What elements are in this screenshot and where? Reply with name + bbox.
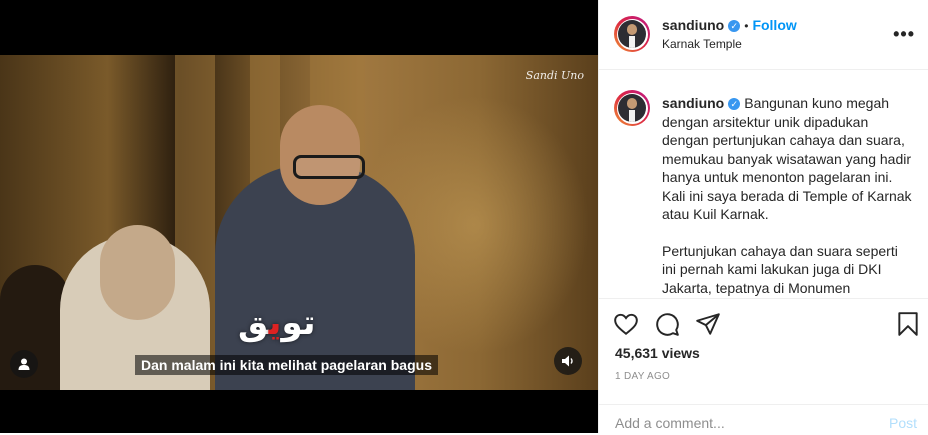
overlay-text: تويق — [238, 303, 316, 343]
user-icon — [18, 358, 30, 370]
video-subtitle: Dan malam ini kita melihat pagelaran bag… — [135, 355, 438, 375]
caption-username[interactable]: sandiuno — [662, 95, 724, 111]
separator-dot: • — [744, 19, 749, 33]
comment-icon[interactable] — [654, 311, 680, 337]
comment-input[interactable] — [615, 415, 865, 431]
avatar-ring — [616, 18, 648, 50]
verified-badge-icon: ✓ — [728, 98, 741, 111]
verified-badge-icon: ✓ — [728, 19, 741, 32]
avatar-ring — [616, 92, 648, 124]
location-link[interactable]: Karnak Temple — [662, 37, 742, 51]
overlay-text-part: ي — [268, 303, 282, 343]
overlay-text-part: ق — [238, 303, 269, 343]
more-options-button[interactable]: ••• — [893, 24, 915, 45]
header-name-row: sandiuno ✓ • Follow — [662, 17, 797, 35]
comment-form: Post — [599, 404, 928, 435]
save-bookmark-icon[interactable] — [895, 311, 921, 337]
hijab-shape — [100, 225, 175, 320]
caption-paragraph-2: Pertunjukan cahaya dan suara seperti ini… — [662, 242, 898, 296]
glasses-shape — [293, 155, 365, 179]
post-comment-button[interactable]: Post — [889, 415, 917, 431]
post-timestamp[interactable]: 1 DAY AGO — [615, 371, 670, 382]
avatar-image — [618, 94, 646, 122]
share-icon[interactable] — [695, 311, 721, 337]
avatar-image — [618, 20, 646, 48]
like-heart-icon[interactable] — [613, 311, 639, 337]
media-area: Sandi Uno تويق Dan malam ini kita meliha… — [0, 0, 598, 433]
tagged-users-button[interactable] — [10, 350, 38, 378]
caption-paragraph: sandiuno ✓ Bangunan kuno megah dengan arsi… — [662, 94, 912, 224]
avatar[interactable] — [614, 90, 650, 126]
post-header: sandiuno ✓ • Follow Karnak Temple ••• — [599, 0, 928, 70]
video-player[interactable]: Sandi Uno تويق Dan malam ini kita meliha… — [0, 55, 598, 390]
caption-text: sandiuno ✓ Bangunan kuno megah dengan arsi… — [662, 94, 912, 298]
speaker-icon — [562, 355, 573, 367]
header-username[interactable]: sandiuno — [662, 17, 724, 33]
mute-button[interactable] — [554, 347, 582, 375]
caption-area[interactable]: sandiuno ✓ Bangunan kuno megah dengan arsi… — [599, 70, 928, 298]
avatar[interactable] — [614, 16, 650, 52]
caption-paragraph-1: Bangunan kuno megah dengan arsitektur un… — [662, 95, 912, 222]
post-panel: sandiuno ✓ • Follow Karnak Temple ••• sandi… — [598, 0, 928, 433]
view-count[interactable]: 45,631 views — [615, 345, 700, 361]
overlay-text-part: تو — [281, 303, 316, 343]
actions-section: 45,631 views 1 DAY AGO Post — [599, 298, 928, 434]
follow-button[interactable]: Follow — [752, 17, 796, 33]
video-watermark: Sandi Uno — [525, 69, 584, 82]
